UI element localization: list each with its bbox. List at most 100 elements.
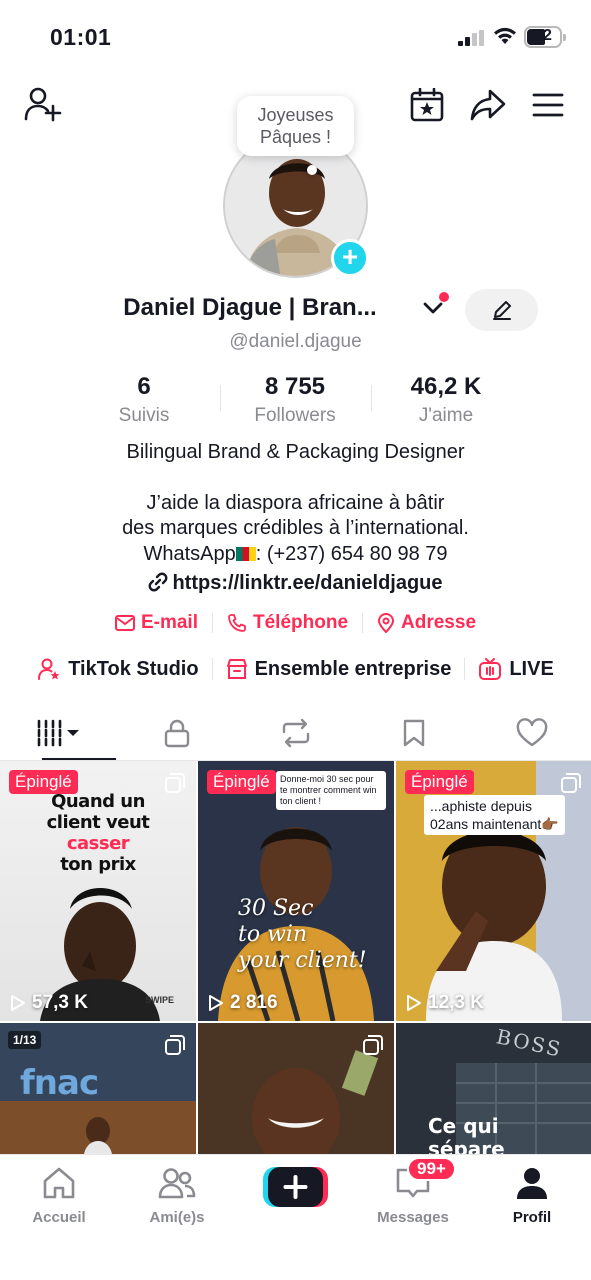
shop-icon [226, 659, 247, 679]
bio-line-1: J’aide la diaspora africaine à bâtir [146, 492, 445, 514]
greeting-line-1: Joyeuses [257, 105, 334, 125]
play-icon [407, 995, 421, 1011]
following-count: 6 [137, 373, 151, 400]
tiktok-studio-button[interactable]: TikTok Studio [24, 657, 211, 681]
video-thumbnail[interactable] [198, 1023, 394, 1154]
thumbnail-title: fnac [20, 1063, 99, 1103]
email-label: E-mail [140, 612, 198, 633]
username: @daniel.djague [229, 331, 362, 352]
tab-videos[interactable] [0, 706, 118, 760]
cameroon-flag-icon [235, 547, 256, 561]
battery-level: 52 [534, 27, 552, 44]
view-count: 12,3 K [406, 992, 484, 1014]
bottom-navigation: Accueil Ami(e)s Messages 99+ Profil [0, 1154, 591, 1280]
play-icon [11, 995, 25, 1011]
repost-icon [282, 718, 309, 748]
phone-label: Téléphone [253, 612, 349, 633]
wifi-icon [494, 27, 516, 44]
nav-friends-label: Ami(e)s [149, 1209, 205, 1226]
video-thumbnail[interactable]: fnac 1/13 [0, 1023, 196, 1154]
battery-indicator: 52 [524, 26, 566, 48]
calendar-star-icon[interactable] [410, 88, 444, 122]
edit-profile-button[interactable] [465, 289, 538, 331]
video-thumbnail[interactable]: BOSS Ce qui sépare [396, 1023, 591, 1154]
multi-photo-icon [165, 773, 185, 793]
bio-link[interactable]: https://linktr.ee/danieldjague [0, 572, 591, 595]
heart-icon [516, 718, 548, 747]
nav-profile-label: Profil [512, 1209, 552, 1226]
messages-badge: 99+ [407, 1157, 456, 1181]
tab-saved[interactable] [355, 706, 473, 760]
pinned-badge: Épinglé [9, 770, 78, 794]
tab-liked[interactable] [473, 706, 591, 760]
thumbnail-title: Quand un client veut casser ton prix [46, 791, 150, 875]
live-button[interactable]: LIVE [465, 658, 566, 681]
notification-dot [439, 292, 449, 302]
business-suite-label: Ensemble entreprise [254, 657, 452, 680]
likes-count: 46,2 K [410, 373, 482, 400]
video-thumbnail[interactable]: Donne-moi 30 sec pour te montrer comment… [198, 761, 394, 1021]
video-thumbnail[interactable]: Quand un client veut casser ton prix SWI… [0, 761, 196, 1021]
address-label: Adresse [401, 612, 477, 633]
multi-photo-icon [561, 773, 581, 793]
add-story-button[interactable]: + [331, 239, 369, 277]
bubble-tail [307, 165, 317, 175]
pinned-badge: Épinglé [207, 770, 276, 794]
nav-home-label: Accueil [32, 1209, 86, 1226]
mail-icon [114, 615, 135, 631]
nav-profile[interactable]: Profil [477, 1163, 587, 1226]
contact-actions: E-mail Téléphone Adresse [0, 612, 591, 634]
bio-headline: Bilingual Brand & Packaging Designer [126, 441, 465, 463]
likes-label: J'aime [418, 405, 474, 426]
stat-likes[interactable]: 46,2 K J'aime [371, 373, 521, 427]
account-switch-chevron-icon[interactable] [423, 301, 443, 315]
bio-line-2: des marques crédibles à l’international. [122, 517, 469, 539]
share-icon[interactable] [470, 88, 506, 122]
bio-whatsapp-number: : (+237) 654 80 98 79 [255, 543, 448, 565]
followers-label: Followers [254, 405, 336, 426]
grid-dropdown-icon [37, 719, 80, 747]
pencil-icon [492, 301, 511, 320]
multi-photo-icon [165, 1035, 185, 1055]
video-thumbnail[interactable]: ...aphiste depuis 02ans maintenant👉🏾 Épi… [396, 761, 591, 1021]
nav-messages-label: Messages [377, 1209, 449, 1226]
address-contact-button[interactable]: Adresse [363, 612, 490, 634]
tab-private[interactable] [118, 706, 236, 760]
thumbnail-overlay-text: Donne-moi 30 sec pour te montrer comment… [276, 771, 386, 810]
thumbnail-caption: SWIPE [144, 995, 174, 1005]
live-tv-icon [479, 658, 502, 680]
thumbnail-title: 30 Sec to win your client! [238, 896, 367, 973]
location-pin-icon [378, 613, 395, 633]
add-friend-icon[interactable] [24, 86, 62, 122]
business-suite-button[interactable]: Ensemble entreprise [213, 658, 465, 681]
pinned-badge: Épinglé [405, 770, 474, 794]
bio-whatsapp-label: WhatsApp [143, 543, 236, 565]
stat-followers[interactable]: 8 755 Followers [220, 373, 370, 427]
display-name[interactable]: Daniel Djague | Bran... [60, 294, 440, 322]
phone-contact-button[interactable]: Téléphone [213, 612, 362, 634]
menu-icon[interactable] [532, 92, 564, 118]
tab-reposts[interactable] [236, 706, 354, 760]
home-icon [43, 1167, 75, 1199]
create-post-button[interactable] [263, 1165, 328, 1209]
link-icon [149, 572, 168, 592]
phone-icon [228, 614, 246, 632]
friends-icon [158, 1168, 196, 1199]
stat-following[interactable]: 6 Suivis [69, 373, 219, 427]
lock-icon [165, 719, 190, 748]
thumbnail-overlay-text: ...aphiste depuis 02ans maintenant👉🏾 [424, 795, 565, 835]
email-contact-button[interactable]: E-mail [101, 612, 212, 634]
following-label: Suivis [118, 405, 170, 426]
status-time: 01:01 [50, 24, 112, 50]
followers-count: 8 755 [264, 373, 326, 400]
creator-tools: TikTok Studio Ensemble entreprise LIVE [0, 657, 591, 681]
nav-home[interactable]: Accueil [4, 1163, 114, 1226]
view-count: 2 816 [208, 992, 278, 1014]
profile-icon [517, 1168, 547, 1199]
photo-count-badge: 1/13 [8, 1031, 42, 1049]
greeting-bubble[interactable]: Joyeuses Pâques ! [237, 96, 354, 156]
bio-link-text: https://linktr.ee/danieldjague [172, 572, 443, 594]
bookmark-icon [403, 719, 424, 747]
view-count: 57,3 K [10, 992, 88, 1014]
nav-friends[interactable]: Ami(e)s [122, 1163, 232, 1226]
